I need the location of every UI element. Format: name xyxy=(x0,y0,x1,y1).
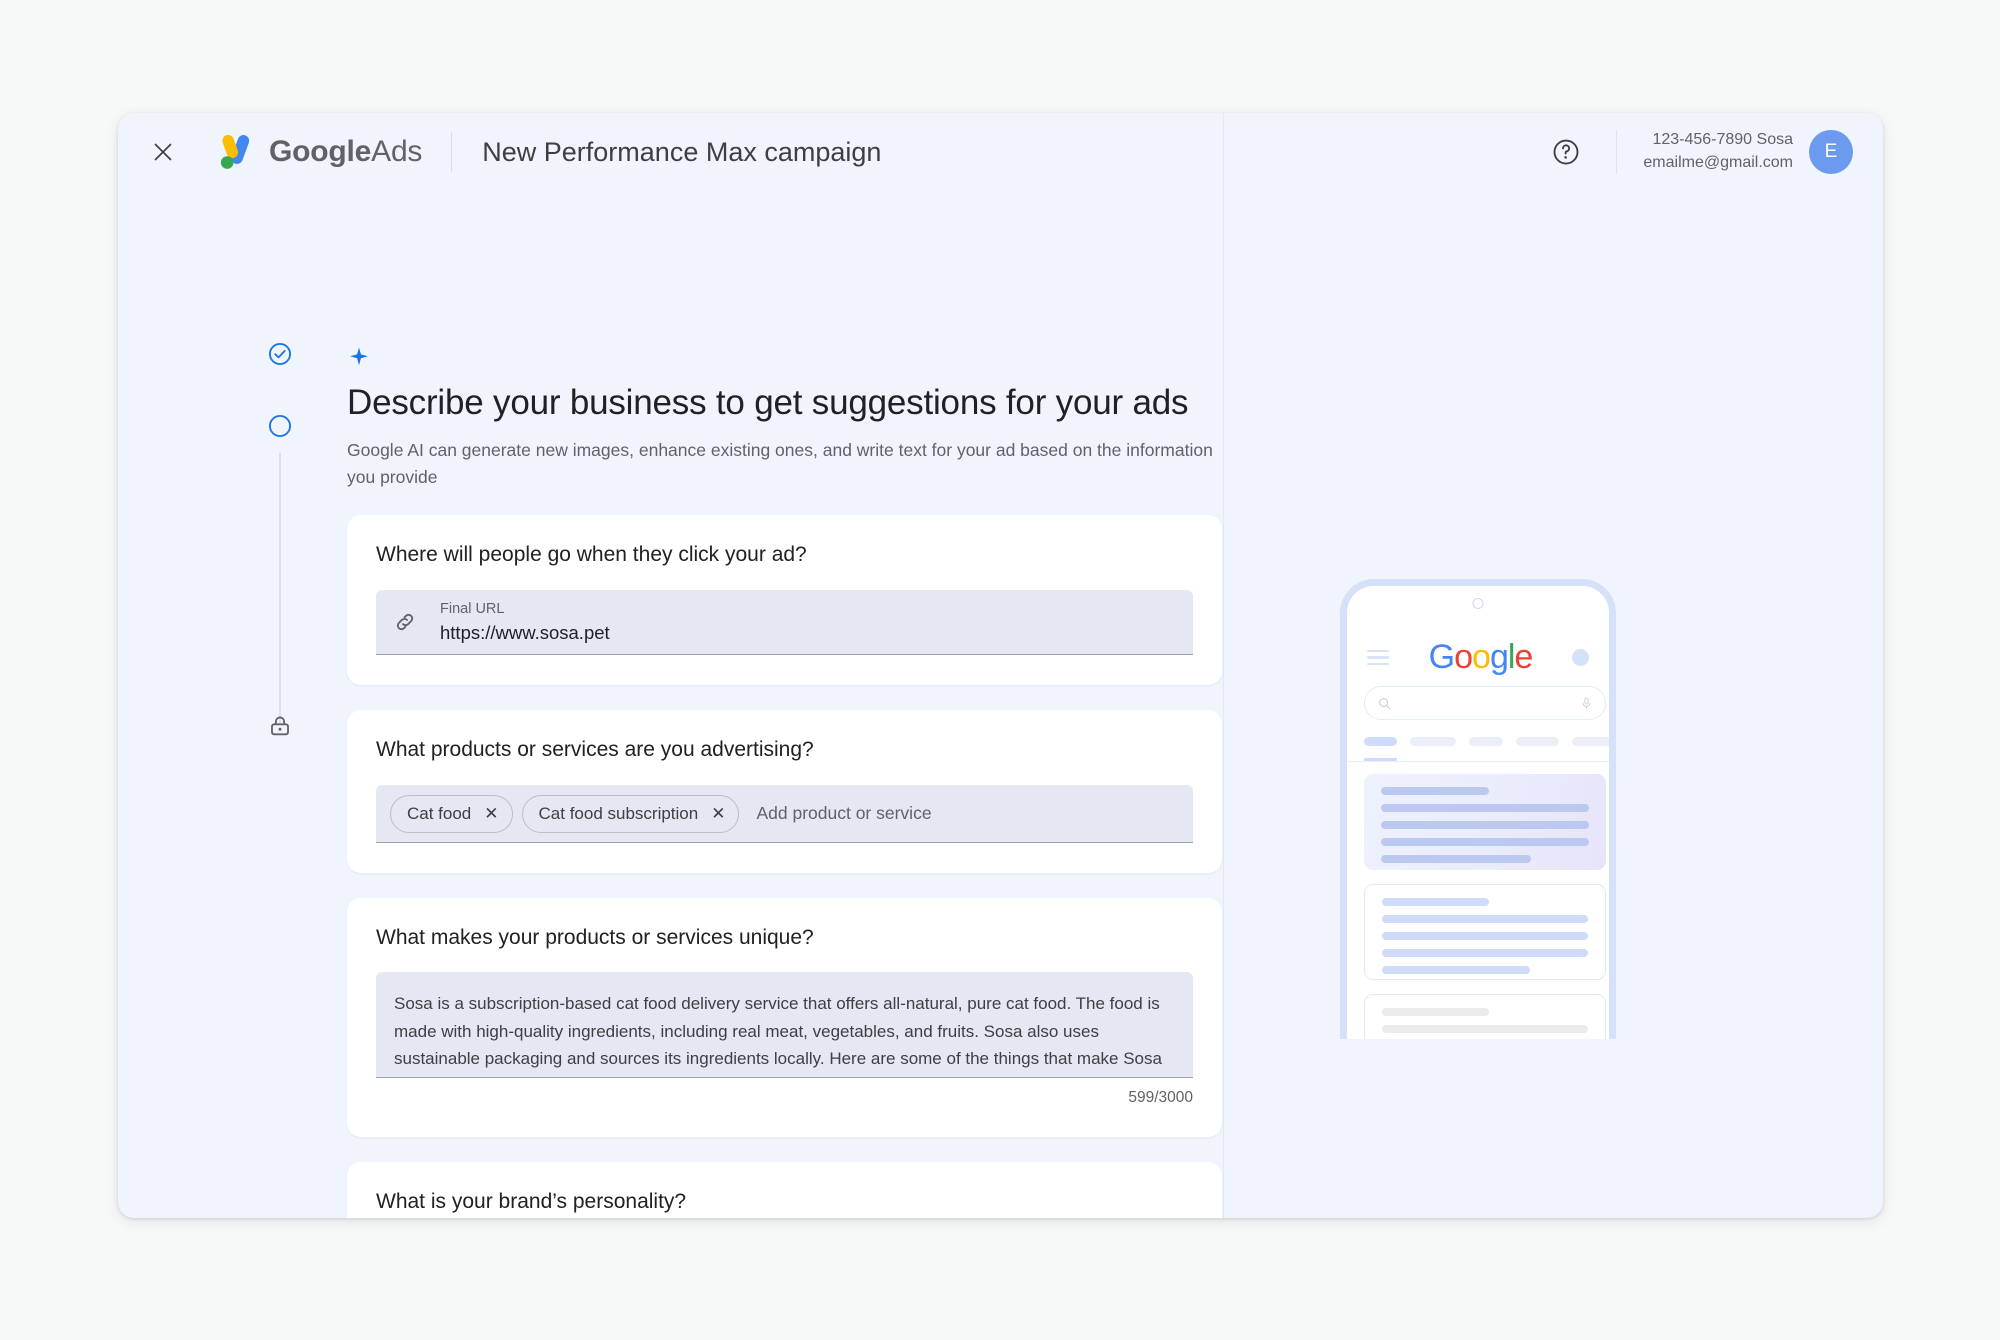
phone-search-input[interactable] xyxy=(1364,686,1606,720)
account-phone: 123-456-7890 Sosa xyxy=(1652,131,1793,149)
card-brand-personality: What is your brand’s personality? Modern… xyxy=(347,1162,1222,1218)
phone-camera-icon xyxy=(1472,598,1484,609)
phone-filter-tabs xyxy=(1364,737,1609,746)
card-products-services: What products or services are you advert… xyxy=(347,710,1222,874)
tabs-underline xyxy=(1347,761,1609,762)
account-divider xyxy=(1616,130,1618,174)
phone-screen: Google xyxy=(1347,586,1609,1039)
top-app-bar: GoogleAds New Performance Max campaign 1… xyxy=(118,113,1883,191)
mobile-search-preview: Google xyxy=(1340,579,1616,1039)
card-unique: What makes your products or services uni… xyxy=(347,898,1222,1138)
tab-pill[interactable] xyxy=(1410,737,1456,746)
ai-sparkle xyxy=(347,345,1222,369)
circle-outline-icon xyxy=(269,415,291,437)
close-button[interactable] xyxy=(140,129,186,175)
final-url-field[interactable]: Final URL https://www.sosa.pet xyxy=(376,589,1193,656)
chip-remove-icon[interactable]: ✕ xyxy=(484,805,498,822)
chip-label: Cat food subscription xyxy=(538,803,699,823)
card-final-url: Where will people go when they click you… xyxy=(347,514,1222,686)
character-counter: 599/3000 xyxy=(1128,1089,1193,1107)
card-question: What products or services are you advert… xyxy=(376,738,814,762)
sparkle-icon xyxy=(350,347,368,366)
products-chip-field[interactable]: Cat food ✕ Cat food subscription ✕ Add p… xyxy=(376,785,1193,844)
preview-ad-result-card xyxy=(1364,774,1606,870)
tab-pill[interactable] xyxy=(1572,737,1609,746)
google-wordmark: Google xyxy=(1389,638,1572,677)
page-subtext: Google AI can generate new images, enhan… xyxy=(347,440,1213,487)
chip-label: Cat food xyxy=(407,803,472,823)
wordmark-letter: e xyxy=(1514,638,1533,676)
phone-avatar[interactable] xyxy=(1572,649,1589,666)
stepper-step-completed[interactable] xyxy=(267,341,307,367)
unique-textarea[interactable]: Sosa is a subscription-based cat food de… xyxy=(376,972,1193,1079)
account-email: emailme@gmail.com xyxy=(1643,154,1793,171)
google-ads-wordmark: GoogleAds xyxy=(269,135,422,169)
stepper-connector-line xyxy=(279,453,281,723)
brand-google: Google xyxy=(269,135,372,168)
check-circle-icon xyxy=(269,343,291,365)
microphone-icon[interactable] xyxy=(1580,695,1593,711)
brand-ads: Ads xyxy=(371,135,423,168)
main-content: Describe your business to get suggestion… xyxy=(347,345,1222,1218)
tab-pill[interactable] xyxy=(1469,737,1503,746)
help-circle-icon xyxy=(1553,139,1579,165)
avatar[interactable]: E xyxy=(1809,130,1853,174)
wordmark-letter: o xyxy=(1472,638,1491,676)
stepper-step-locked xyxy=(267,713,293,739)
wordmark-letter: g xyxy=(1489,638,1509,676)
close-icon xyxy=(154,143,172,161)
tab-active-indicator xyxy=(1364,758,1397,761)
help-button[interactable] xyxy=(1546,132,1586,172)
page-heading: Describe your business to get suggestion… xyxy=(347,383,1189,422)
stepper-step-current[interactable] xyxy=(267,413,307,439)
content-preview-divider xyxy=(1223,113,1224,1218)
preview-organic-result-card xyxy=(1364,994,1606,1039)
card-question: Where will people go when they click you… xyxy=(376,542,807,566)
card-question: What is your brand’s personality? xyxy=(376,1190,687,1214)
products-input-placeholder[interactable]: Add product or service xyxy=(756,803,931,824)
preview-organic-result-card xyxy=(1364,884,1606,980)
google-ads-logo[interactable]: GoogleAds xyxy=(214,131,422,173)
account-info: 123-456-7890 Sosa emailme@gmail.com xyxy=(1643,129,1793,174)
topbar-right-group: 123-456-7890 Sosa emailme@gmail.com E xyxy=(1546,129,1853,174)
page-title: New Performance Max campaign xyxy=(482,136,882,167)
chip-product[interactable]: Cat food ✕ xyxy=(390,794,513,833)
lock-icon xyxy=(271,716,289,736)
topbar-divider xyxy=(451,132,453,172)
final-url-label: Final URL xyxy=(440,600,505,617)
tab-pill[interactable] xyxy=(1516,737,1559,746)
hamburger-menu-icon[interactable] xyxy=(1367,649,1389,666)
app-window: GoogleAds New Performance Max campaign 1… xyxy=(118,113,1883,1218)
link-icon xyxy=(392,609,418,635)
chip-product[interactable]: Cat food subscription ✕ xyxy=(521,794,740,833)
card-question: What makes your products or services uni… xyxy=(376,926,814,950)
wordmark-letter: G xyxy=(1428,638,1455,676)
chip-remove-icon[interactable]: ✕ xyxy=(711,805,725,822)
stepper-rail xyxy=(267,341,307,736)
final-url-value: https://www.sosa.pet xyxy=(440,622,610,644)
wordmark-letter: o xyxy=(1454,638,1473,676)
phone-search-header: Google xyxy=(1347,638,1609,677)
search-icon xyxy=(1378,697,1391,709)
tab-pill-active[interactable] xyxy=(1364,737,1397,746)
google-ads-mark-icon xyxy=(220,134,250,169)
